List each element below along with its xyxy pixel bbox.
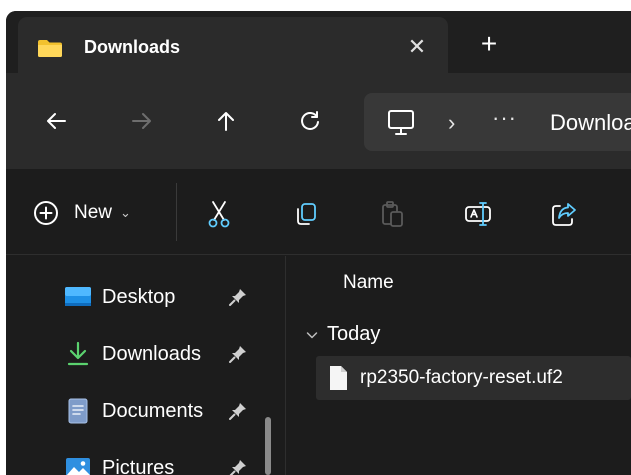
paste-button[interactable] (375, 197, 409, 231)
navigation-pane-scrollbar[interactable] (265, 417, 271, 475)
file-icon (330, 366, 347, 390)
paste-icon (382, 201, 403, 227)
sidebar-item-label: Pictures (102, 456, 175, 475)
address-bar[interactable]: › ··· Downloads (364, 93, 631, 151)
arrow-left-icon (47, 113, 66, 129)
file-list: Name Today rp2350-factory-reset.uf2 (287, 256, 631, 475)
breadcrumb-downloads[interactable]: Downloads (550, 110, 631, 136)
up-button[interactable] (206, 101, 246, 141)
rename-button[interactable] (461, 197, 495, 231)
pin-icon[interactable] (228, 401, 248, 421)
rename-icon (465, 202, 491, 226)
computer-icon (388, 110, 414, 135)
command-bar: New ⌄ (6, 169, 631, 255)
group-label: Today (327, 323, 381, 345)
tab-strip: Downloads ✕ + (6, 11, 631, 73)
desktop-folder-icon (65, 287, 91, 306)
download-arrow-icon (67, 341, 89, 366)
tab-title: Downloads (84, 37, 181, 57)
folder-icon (38, 40, 62, 57)
close-tab-button[interactable]: ✕ (403, 33, 431, 61)
forward-button[interactable] (122, 101, 162, 141)
chevron-down-icon: ⌄ (120, 205, 131, 220)
new-button[interactable]: New ⌄ (32, 195, 131, 231)
navigation-bar: › ··· Downloads (6, 73, 631, 169)
new-tab-button[interactable]: + (475, 30, 503, 59)
pin-icon[interactable] (228, 287, 248, 307)
refresh-icon (301, 111, 319, 130)
back-button[interactable] (36, 101, 76, 141)
sidebar-item-label: Documents (102, 399, 204, 422)
sidebar-item-label: Downloads (102, 342, 201, 365)
pin-icon[interactable] (228, 344, 248, 364)
command-divider (176, 183, 177, 241)
share-button[interactable] (547, 197, 581, 231)
pin-icon[interactable] (228, 458, 248, 475)
copy-button[interactable] (289, 197, 323, 231)
sidebar-item-label: Desktop (102, 285, 176, 308)
share-icon (552, 203, 576, 226)
chevron-down-icon (306, 331, 318, 338)
new-button-label: New (74, 202, 113, 223)
arrow-right-icon (132, 113, 151, 129)
group-header-today[interactable]: Today (305, 323, 380, 346)
breadcrumb-overflow-button[interactable]: ··· (492, 105, 517, 131)
copy-icon (297, 203, 316, 225)
breadcrumb-separator[interactable]: › (448, 110, 455, 136)
file-name: rp2350-factory-reset.uf2 (360, 367, 563, 388)
refresh-button[interactable] (290, 101, 330, 141)
arrow-up-icon (218, 112, 234, 131)
plus-circle-icon (34, 201, 58, 225)
pictures-icon (66, 458, 90, 475)
file-explorer-window: Downloads ✕ + › ··· Downloa New ⌄ Deskto… (6, 11, 631, 475)
cut-icon (208, 201, 230, 228)
document-icon (68, 398, 88, 424)
column-header-name[interactable]: Name (343, 272, 394, 294)
navigation-pane: Desktop Downloads Documents Pictures (6, 256, 286, 475)
cut-button[interactable] (202, 197, 236, 231)
file-row[interactable]: rp2350-factory-reset.uf2 (316, 356, 631, 400)
tab-downloads[interactable]: Downloads ✕ (18, 17, 448, 73)
